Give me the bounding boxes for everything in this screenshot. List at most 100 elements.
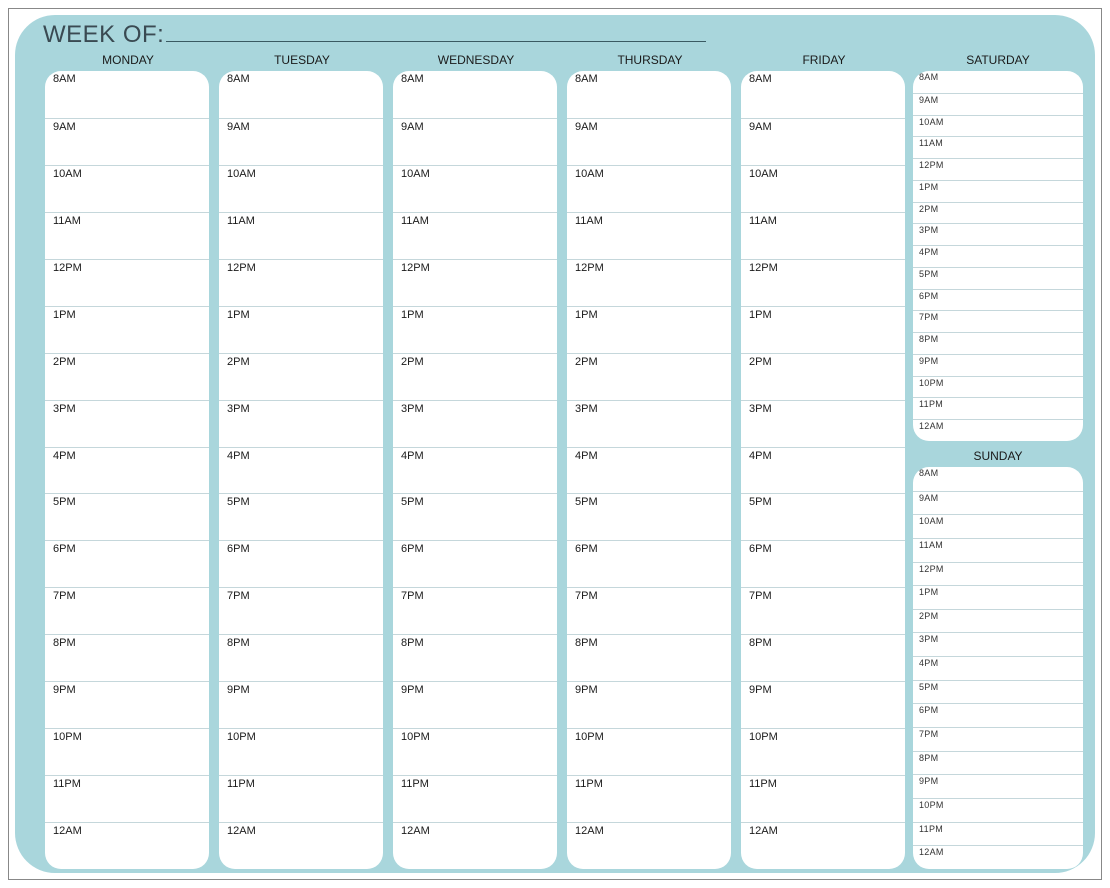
time-slot[interactable]: 10AM bbox=[219, 165, 383, 212]
time-slot[interactable]: 9AM bbox=[913, 93, 1083, 115]
time-slot[interactable]: 9PM bbox=[913, 774, 1083, 798]
time-slot[interactable]: 6PM bbox=[219, 540, 383, 587]
time-slot[interactable]: 8PM bbox=[567, 634, 731, 681]
time-slot[interactable]: 12PM bbox=[567, 259, 731, 306]
time-slot[interactable]: 7PM bbox=[393, 587, 557, 634]
time-slot[interactable]: 11PM bbox=[741, 775, 905, 822]
time-slot[interactable]: 6PM bbox=[567, 540, 731, 587]
time-slot[interactable]: 5PM bbox=[219, 493, 383, 540]
time-slot[interactable]: 8AM bbox=[741, 71, 905, 118]
time-slot[interactable]: 2PM bbox=[913, 609, 1083, 633]
time-slot[interactable]: 12AM bbox=[393, 822, 557, 869]
time-slot[interactable]: 3PM bbox=[741, 400, 905, 447]
time-slot[interactable]: 10PM bbox=[741, 728, 905, 775]
time-slot[interactable]: 8PM bbox=[393, 634, 557, 681]
time-slot[interactable]: 2PM bbox=[45, 353, 209, 400]
time-slot[interactable]: 9AM bbox=[393, 118, 557, 165]
time-slot[interactable]: 11PM bbox=[913, 822, 1083, 846]
time-slot[interactable]: 12PM bbox=[393, 259, 557, 306]
column-wednesday[interactable]: 8AM9AM10AM11AM12PM1PM2PM3PM4PM5PM6PM7PM8… bbox=[393, 71, 557, 869]
week-of-blank-line[interactable] bbox=[166, 22, 706, 42]
time-slot[interactable]: 10PM bbox=[913, 798, 1083, 822]
time-slot[interactable]: 3PM bbox=[393, 400, 557, 447]
time-slot[interactable]: 5PM bbox=[913, 267, 1083, 289]
time-slot[interactable]: 10PM bbox=[567, 728, 731, 775]
time-slot[interactable]: 9AM bbox=[219, 118, 383, 165]
time-slot[interactable]: 5PM bbox=[45, 493, 209, 540]
time-slot[interactable]: 4PM bbox=[45, 447, 209, 494]
time-slot[interactable]: 12AM bbox=[567, 822, 731, 869]
time-slot[interactable]: 5PM bbox=[567, 493, 731, 540]
time-slot[interactable]: 1PM bbox=[219, 306, 383, 353]
time-slot[interactable]: 8PM bbox=[913, 751, 1083, 775]
time-slot[interactable]: 11PM bbox=[45, 775, 209, 822]
time-slot[interactable]: 6PM bbox=[45, 540, 209, 587]
time-slot[interactable]: 8AM bbox=[393, 71, 557, 118]
time-slot[interactable]: 2PM bbox=[393, 353, 557, 400]
time-slot[interactable]: 8PM bbox=[45, 634, 209, 681]
time-slot[interactable]: 11AM bbox=[913, 136, 1083, 158]
time-slot[interactable]: 5PM bbox=[913, 680, 1083, 704]
time-slot[interactable]: 12AM bbox=[741, 822, 905, 869]
time-slot[interactable]: 10AM bbox=[393, 165, 557, 212]
time-slot[interactable]: 12PM bbox=[913, 562, 1083, 586]
time-slot[interactable]: 7PM bbox=[45, 587, 209, 634]
time-slot[interactable]: 10AM bbox=[913, 514, 1083, 538]
time-slot[interactable]: 1PM bbox=[913, 585, 1083, 609]
time-slot[interactable]: 4PM bbox=[913, 245, 1083, 267]
column-thursday[interactable]: 8AM9AM10AM11AM12PM1PM2PM3PM4PM5PM6PM7PM8… bbox=[567, 71, 731, 869]
time-slot[interactable]: 10PM bbox=[393, 728, 557, 775]
column-saturday[interactable]: 8AM9AM10AM11AM12PM1PM2PM3PM4PM5PM6PM7PM8… bbox=[913, 71, 1083, 441]
time-slot[interactable]: 3PM bbox=[45, 400, 209, 447]
time-slot[interactable]: 2PM bbox=[913, 202, 1083, 224]
time-slot[interactable]: 12PM bbox=[219, 259, 383, 306]
time-slot[interactable]: 4PM bbox=[567, 447, 731, 494]
time-slot[interactable]: 5PM bbox=[741, 493, 905, 540]
time-slot[interactable]: 9PM bbox=[567, 681, 731, 728]
time-slot[interactable]: 12AM bbox=[45, 822, 209, 869]
time-slot[interactable]: 12PM bbox=[45, 259, 209, 306]
time-slot[interactable]: 8AM bbox=[567, 71, 731, 118]
time-slot[interactable]: 7PM bbox=[567, 587, 731, 634]
time-slot[interactable]: 12PM bbox=[741, 259, 905, 306]
time-slot[interactable]: 11AM bbox=[741, 212, 905, 259]
time-slot[interactable]: 4PM bbox=[913, 656, 1083, 680]
time-slot[interactable]: 11PM bbox=[393, 775, 557, 822]
time-slot[interactable]: 9PM bbox=[219, 681, 383, 728]
time-slot[interactable]: 2PM bbox=[741, 353, 905, 400]
time-slot[interactable]: 1PM bbox=[567, 306, 731, 353]
time-slot[interactable]: 6PM bbox=[741, 540, 905, 587]
time-slot[interactable]: 8AM bbox=[219, 71, 383, 118]
time-slot[interactable]: 4PM bbox=[393, 447, 557, 494]
time-slot[interactable]: 6PM bbox=[393, 540, 557, 587]
time-slot[interactable]: 3PM bbox=[913, 223, 1083, 245]
time-slot[interactable]: 11PM bbox=[567, 775, 731, 822]
time-slot[interactable]: 3PM bbox=[567, 400, 731, 447]
time-slot[interactable]: 2PM bbox=[219, 353, 383, 400]
time-slot[interactable]: 3PM bbox=[913, 632, 1083, 656]
time-slot[interactable]: 10PM bbox=[219, 728, 383, 775]
time-slot[interactable]: 8PM bbox=[913, 332, 1083, 354]
time-slot[interactable]: 10PM bbox=[45, 728, 209, 775]
time-slot[interactable]: 9PM bbox=[45, 681, 209, 728]
time-slot[interactable]: 7PM bbox=[219, 587, 383, 634]
column-sunday[interactable]: 8AM9AM10AM11AM12PM1PM2PM3PM4PM5PM6PM7PM8… bbox=[913, 467, 1083, 869]
time-slot[interactable]: 7PM bbox=[913, 727, 1083, 751]
column-friday[interactable]: 8AM9AM10AM11AM12PM1PM2PM3PM4PM5PM6PM7PM8… bbox=[741, 71, 905, 869]
time-slot[interactable]: 8AM bbox=[913, 71, 1083, 93]
time-slot[interactable]: 7PM bbox=[741, 587, 905, 634]
time-slot[interactable]: 1PM bbox=[393, 306, 557, 353]
time-slot[interactable]: 12AM bbox=[913, 419, 1083, 441]
time-slot[interactable]: 12AM bbox=[219, 822, 383, 869]
time-slot[interactable]: 9PM bbox=[393, 681, 557, 728]
time-slot[interactable]: 9AM bbox=[913, 491, 1083, 515]
time-slot[interactable]: 10AM bbox=[45, 165, 209, 212]
time-slot[interactable]: 2PM bbox=[567, 353, 731, 400]
time-slot[interactable]: 6PM bbox=[913, 703, 1083, 727]
time-slot[interactable]: 8PM bbox=[741, 634, 905, 681]
time-slot[interactable]: 12PM bbox=[913, 158, 1083, 180]
time-slot[interactable]: 11AM bbox=[393, 212, 557, 259]
time-slot[interactable]: 1PM bbox=[741, 306, 905, 353]
time-slot[interactable]: 7PM bbox=[913, 310, 1083, 332]
time-slot[interactable]: 11AM bbox=[45, 212, 209, 259]
